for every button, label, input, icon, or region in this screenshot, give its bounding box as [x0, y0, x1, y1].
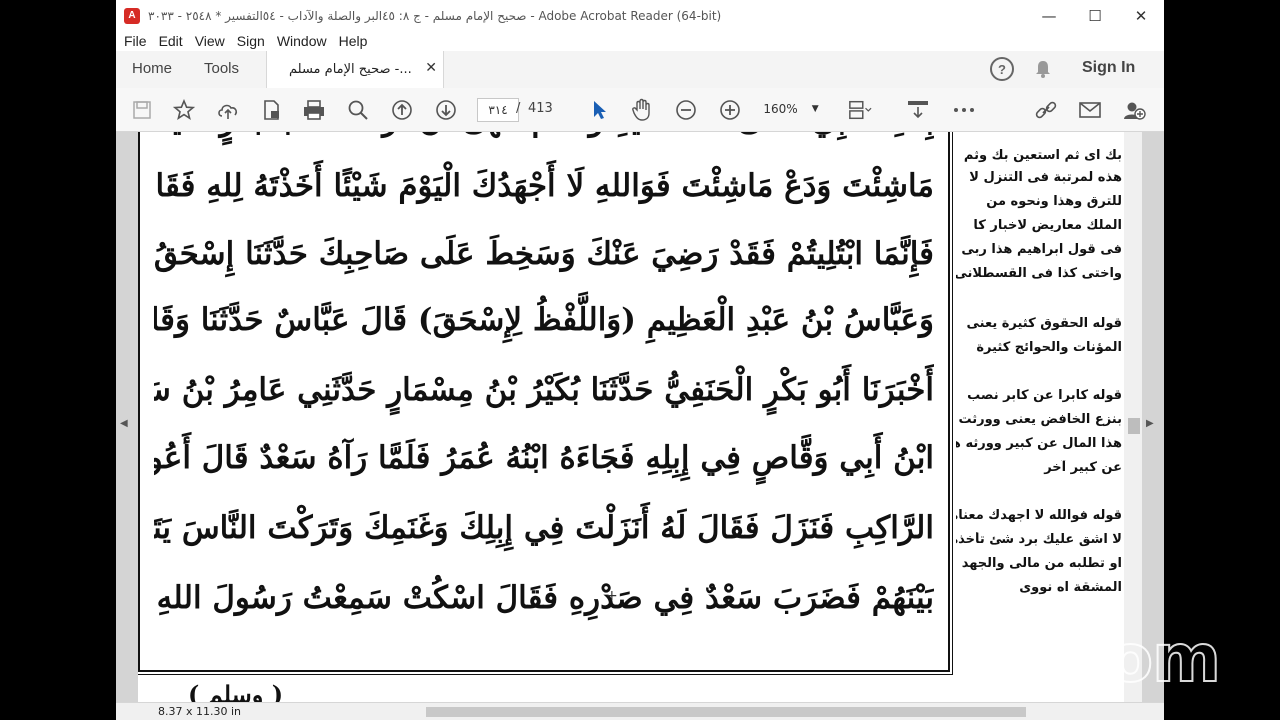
expand-right-panel-icon[interactable]: ▶: [1146, 418, 1154, 429]
page-number-input[interactable]: ٣١٤: [477, 98, 519, 122]
side-text-line: المشقة اه نووى: [1019, 580, 1122, 595]
side-text-line: قوله كابرا عن كابر نصب: [967, 388, 1122, 403]
side-text-line: او تطلبه من مالى والجهد: [961, 556, 1122, 571]
side-text-line: قوله فوالله لا اجهدك معناه: [956, 508, 1122, 523]
crosshair-cursor-icon: +: [606, 588, 618, 604]
page-separator: /: [516, 101, 521, 116]
chevron-down-icon: ▼: [811, 104, 819, 114]
more-options-icon[interactable]: [952, 98, 976, 122]
close-window-button[interactable]: ✕: [1118, 0, 1164, 31]
next-page-icon[interactable]: [434, 98, 458, 122]
page-dimensions: 8.37 x 11.30 in: [158, 705, 242, 718]
side-commentary: بك اى ثم استعين بك وثم هذه لمرتبة فى الت…: [956, 132, 1126, 702]
upload-cloud-icon[interactable]: [216, 98, 240, 122]
tab-document-label: صحيح الإمام مسلم -...: [289, 62, 412, 77]
select-cursor-icon[interactable]: [588, 98, 612, 122]
collapse-left-panel-icon[interactable]: ◀: [120, 418, 128, 429]
scrollbar-thumb[interactable]: [1128, 418, 1140, 434]
close-tab-icon[interactable]: ✕: [425, 60, 437, 76]
menu-window[interactable]: Window: [277, 33, 327, 49]
toolbar: ٣١٤ / 413 160% ▼: [116, 88, 1164, 132]
hand-tool-icon[interactable]: [630, 98, 654, 122]
find-search-icon[interactable]: [346, 98, 370, 122]
side-text-line: فى قول ابراهيم هذا ربى: [961, 242, 1122, 257]
acrobat-window: A صحيح الإمام مسلم - ج ٨: ٤٥البر والصلة …: [116, 0, 1164, 720]
page-total: 413: [528, 101, 553, 116]
side-text-line: عن كبير آخر: [1044, 460, 1122, 475]
tab-document[interactable]: صحيح الإمام مسلم -... ✕: [266, 51, 444, 88]
maximize-button[interactable]: ☐: [1072, 0, 1118, 31]
save-icon[interactable]: [130, 98, 154, 122]
scroll-mode-icon[interactable]: [906, 98, 930, 122]
minimize-button[interactable]: —: [1026, 0, 1072, 31]
page-footer-partial-text: ( وسلم ): [188, 680, 284, 702]
side-text-line: لا اشق عليك برد شئ تأخذه: [956, 532, 1122, 547]
document-area[interactable]: ◀ بِنْتِ النَّبِيِّ صَلَّى اللهُ عَلَيْه…: [116, 132, 1164, 702]
add-user-icon[interactable]: [1122, 98, 1146, 122]
bookmark-star-icon[interactable]: [172, 98, 196, 122]
share-link-icon[interactable]: [1034, 98, 1058, 122]
zoom-watermark-logo: zoom: [1025, 619, 1222, 698]
main-text-line: بِنْتِ النَّبِيِّ صَلَّى اللهُ عَلَيْهِ …: [154, 132, 934, 150]
side-text-line: بك اى ثم استعين بك وثم: [963, 148, 1122, 163]
side-text-line: هذه لمرتبة فى التنزل لا: [969, 170, 1122, 185]
side-text-line: للترق وهذا ونحوه من: [986, 194, 1122, 209]
menu-bar: File Edit View Sign Window Help: [116, 31, 1164, 51]
side-text-line: واختى كذا فى القسطلانى: [956, 266, 1122, 281]
status-bar: 8.37 x 11.30 in: [116, 702, 1164, 720]
main-text-line: ابْنُ أَبِي وَقَّاصٍ فِي إِبِلِهِ فَجَاء…: [154, 440, 934, 476]
side-text-line: المؤنات والحوائج كثيرة: [976, 340, 1122, 355]
menu-edit[interactable]: Edit: [159, 33, 183, 49]
notification-bell-icon[interactable]: [1034, 59, 1052, 79]
side-text-line: هذا المال عن كبير وورثه هو: [956, 436, 1122, 451]
help-icon[interactable]: ?: [990, 57, 1014, 81]
horizontal-scrollbar[interactable]: [426, 707, 1026, 717]
window-title: صحيح الإمام مسلم - ج ٨: ٤٥البر والصلة وا…: [148, 8, 722, 23]
zoom-level-value: 160%: [763, 102, 798, 116]
print-icon[interactable]: [302, 98, 326, 122]
main-text-line: فَإِنَّمَا ابْتُلِيتُمْ فَقَدْ رَضِيَ عَ…: [154, 236, 934, 272]
email-icon[interactable]: [1078, 98, 1102, 122]
menu-help[interactable]: Help: [339, 33, 368, 49]
zoom-in-icon[interactable]: [718, 98, 742, 122]
pdf-page: بِنْتِ النَّبِيِّ صَلَّى اللهُ عَلَيْهِ …: [138, 132, 1128, 702]
side-text-line: قوله الحقوق كثيرة يعنى: [966, 316, 1122, 331]
tab-home[interactable]: Home: [132, 60, 172, 77]
zoom-level-select[interactable]: 160% ▼: [756, 98, 826, 120]
title-bar: A صحيح الإمام مسلم - ج ٨: ٤٥البر والصلة …: [116, 0, 1164, 31]
vertical-scrollbar[interactable]: [1124, 132, 1142, 702]
main-text-line: أَخْبَرَنَا أَبُو بَكْرٍ الْحَنَفِيُّ حَ…: [154, 372, 934, 408]
acrobat-app-icon: A: [124, 7, 140, 24]
previous-page-icon[interactable]: [390, 98, 414, 122]
side-text-line: بنزع الخافض يعنى وورثت: [958, 412, 1122, 427]
page-layout-icon[interactable]: [848, 98, 872, 122]
menu-view[interactable]: View: [195, 33, 225, 49]
tab-bar: Home Tools صحيح الإمام مسلم -... ✕ ? Sig…: [116, 51, 1164, 89]
zoom-out-icon[interactable]: [674, 98, 698, 122]
main-text-line: بَيْنَهُمْ فَضَرَبَ سَعْدٌ فِي صَدْرِهِ …: [154, 580, 934, 616]
side-text-line: الملك معاريض لاخبار كا: [973, 218, 1122, 233]
file-lock-icon[interactable]: [260, 98, 284, 122]
main-text-line: مَاشِئْتَ وَدَعْ مَاشِئْتَ فَوَاللهِ لَا…: [154, 168, 934, 204]
main-text-frame: بِنْتِ النَّبِيِّ صَلَّى اللهُ عَلَيْهِ …: [138, 132, 953, 675]
menu-sign[interactable]: Sign: [237, 33, 265, 49]
main-text-line: الرَّاكِبِ فَنَزَلَ فَقَالَ لَهُ أَنَزَل…: [154, 510, 934, 546]
sign-in-link[interactable]: Sign In: [1082, 59, 1135, 77]
main-text-line: وَعَبَّاسُ بْنُ عَبْدِ الْعَظِيمِ (وَالل…: [154, 302, 934, 338]
tab-tools[interactable]: Tools: [204, 60, 239, 77]
menu-file[interactable]: File: [124, 33, 147, 49]
